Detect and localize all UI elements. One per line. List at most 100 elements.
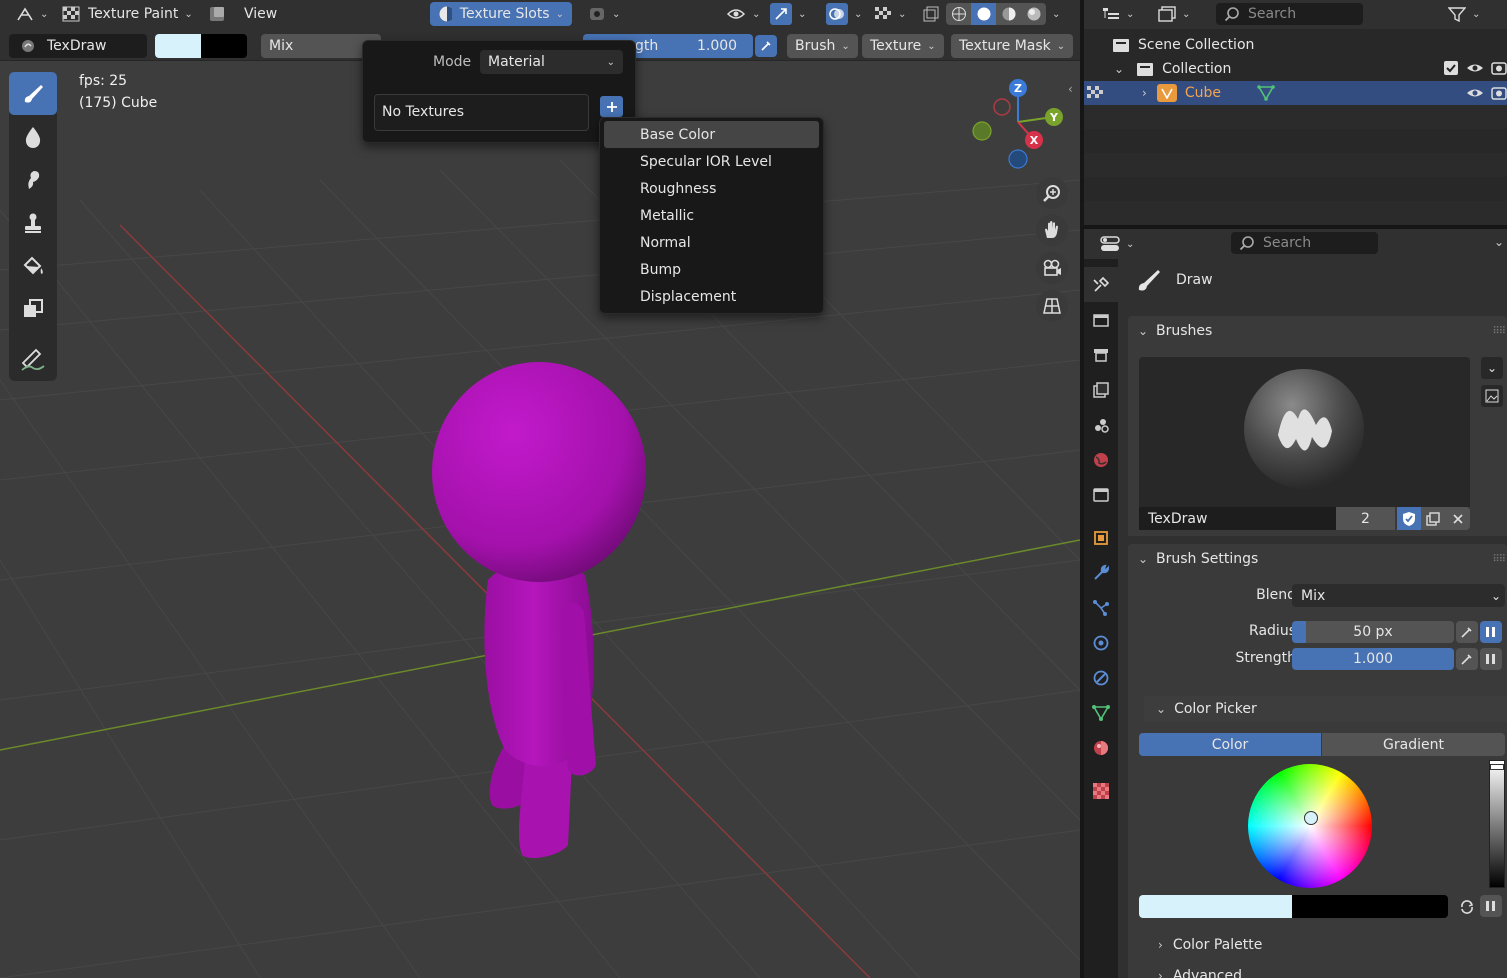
outliner-row-scene[interactable]: Scene Collection xyxy=(1084,33,1507,57)
radius-slider[interactable]: 50 px xyxy=(1292,621,1454,643)
expand-chevron-icon[interactable]: ⌄ xyxy=(1114,62,1124,76)
secondary-color-swatch[interactable] xyxy=(201,34,247,58)
scene-tab-icon[interactable] xyxy=(1084,407,1118,442)
render-camera-icon[interactable] xyxy=(1491,85,1507,101)
soften-tool-icon[interactable] xyxy=(9,115,57,158)
editor-type-button[interactable]: ⌄ xyxy=(8,2,56,26)
strength-pressure-icon[interactable] xyxy=(1456,648,1478,670)
brush-users-count[interactable]: 2 xyxy=(1336,507,1395,530)
visibility-eye-icon[interactable] xyxy=(1466,86,1484,100)
menu-item-normal[interactable]: Normal xyxy=(600,229,823,256)
value-slider[interactable] xyxy=(1489,760,1505,888)
render-camera-icon[interactable] xyxy=(1491,60,1507,76)
fake-user-shield-icon[interactable] xyxy=(1397,507,1421,530)
color-tab[interactable]: Color xyxy=(1139,733,1321,756)
duplicate-icon[interactable] xyxy=(1421,507,1445,530)
visibility-eye-icon[interactable] xyxy=(1466,61,1484,75)
color-wheel-cursor[interactable] xyxy=(1304,811,1318,825)
color-unified-icon[interactable] xyxy=(1480,895,1502,917)
chevron-down-icon[interactable]: ⌄ xyxy=(1494,235,1504,249)
particles-tab-icon[interactable] xyxy=(1084,590,1118,625)
blend-dropdown[interactable]: Mix ⌄ xyxy=(1292,584,1505,607)
sidebar-toggle-icon[interactable]: ‹ xyxy=(1068,82,1073,96)
advanced-subpanel-header[interactable]: › Advanced xyxy=(1144,963,1507,978)
drag-handle-icon[interactable]: ⠿⠿ xyxy=(1492,326,1506,337)
outliner-row-collection[interactable]: ⌄ Collection xyxy=(1084,57,1507,81)
brush-settings-panel-header[interactable]: ⌄ Brush Settings ⠿⠿ xyxy=(1128,544,1507,574)
brushes-panel-header[interactable]: ⌄ Brushes ⠿⠿ xyxy=(1128,316,1507,346)
add-texture-button[interactable] xyxy=(600,96,623,117)
physics-tab-icon[interactable] xyxy=(1084,625,1118,660)
brush-list-dropdown-icon[interactable]: ⌄ xyxy=(1481,357,1503,379)
menu-item-metallic[interactable]: Metallic xyxy=(600,202,823,229)
secondary-color-field[interactable] xyxy=(1292,895,1448,918)
fill-tool-icon[interactable] xyxy=(9,244,57,287)
3d-viewport[interactable]: ⌄ Texture Paint ⌄ View Texture Slots ⌄ ⌄ ⌄… xyxy=(0,0,1080,978)
strength-lock-icon[interactable] xyxy=(1480,648,1502,670)
mode-dropdown[interactable]: Material ⌄ xyxy=(480,50,623,74)
drag-handle-icon[interactable]: ⠿⠿ xyxy=(1492,554,1506,565)
smear-tool-icon[interactable] xyxy=(9,158,57,201)
properties-search-input[interactable]: Search xyxy=(1231,232,1378,254)
menu-item-base-color[interactable]: Base Color xyxy=(604,121,819,148)
radius-pressure-icon[interactable] xyxy=(1480,621,1502,643)
outliner-editor-type[interactable]: ⌄ xyxy=(1094,2,1142,26)
outliner-search-input[interactable]: Search xyxy=(1216,3,1363,25)
menu-item-bump[interactable]: Bump xyxy=(600,256,823,283)
radius-unit-icon[interactable] xyxy=(1456,621,1478,643)
color-picker-subpanel-header[interactable]: ⌄ Color Picker xyxy=(1144,696,1507,722)
texture-menu[interactable]: Texture ⌄ xyxy=(862,34,944,58)
menu-item-roughness[interactable]: Roughness xyxy=(600,175,823,202)
xray-toggle[interactable] xyxy=(914,2,948,26)
navigation-gizmo[interactable]: Z Y X xyxy=(965,75,1070,175)
expand-chevron-icon[interactable]: › xyxy=(1142,86,1147,100)
properties-editor-type[interactable]: ⌄ xyxy=(1092,232,1142,256)
object-toggle[interactable] xyxy=(200,2,234,26)
pressure-strength-icon[interactable] xyxy=(755,35,777,57)
pan-hand-icon[interactable] xyxy=(1036,214,1068,246)
scene-canvas[interactable] xyxy=(0,0,1080,978)
brush-selector[interactable]: TexDraw xyxy=(9,34,147,58)
collection-tab-icon[interactable] xyxy=(1084,477,1118,512)
output-tab-icon[interactable] xyxy=(1084,337,1118,372)
cube-character[interactable] xyxy=(432,362,646,859)
solid-shading-icon[interactable] xyxy=(971,3,996,25)
tool-tab-icon[interactable] xyxy=(1084,267,1118,302)
world-tab-icon[interactable] xyxy=(1084,442,1118,477)
display-mode[interactable]: ⌄ xyxy=(1150,2,1198,26)
zoom-icon[interactable] xyxy=(1036,177,1068,209)
mode-selector[interactable]: Texture Paint ⌄ xyxy=(54,2,201,26)
material-shading-icon[interactable] xyxy=(996,3,1021,25)
brush-menu[interactable]: Brush ⌄ xyxy=(787,34,858,58)
rendered-shading-icon[interactable] xyxy=(1021,3,1046,25)
gizmo-button[interactable]: ⌄ xyxy=(762,2,814,26)
swap-colors-icon[interactable] xyxy=(1456,895,1478,918)
shading-popover[interactable]: ⌄ xyxy=(580,2,628,26)
color-palette-subpanel-header[interactable]: › Color Palette xyxy=(1144,932,1507,958)
view-layer-tab-icon[interactable] xyxy=(1084,372,1118,407)
texture-overlay-button[interactable]: ⌄ xyxy=(866,2,914,26)
data-tab-icon[interactable] xyxy=(1084,695,1118,730)
overlays-button[interactable]: ⌄ xyxy=(818,2,870,26)
brush-preview[interactable] xyxy=(1139,357,1470,507)
gradient-tab[interactable]: Gradient xyxy=(1322,733,1505,756)
wireframe-shading-icon[interactable] xyxy=(946,3,971,25)
include-checkbox-icon[interactable] xyxy=(1444,61,1458,75)
camera-view-icon[interactable] xyxy=(1036,252,1068,284)
constraints-tab-icon[interactable] xyxy=(1084,660,1118,695)
filter-button[interactable]: ⌄ xyxy=(1440,2,1488,26)
render-tab-icon[interactable] xyxy=(1084,302,1118,337)
perspective-grid-icon[interactable] xyxy=(1036,290,1068,322)
mask-tool-icon[interactable] xyxy=(9,287,57,330)
primary-color-swatch[interactable] xyxy=(155,34,201,58)
material-tab-icon[interactable] xyxy=(1084,730,1118,765)
draw-tool-icon[interactable] xyxy=(9,72,57,115)
visibility-button[interactable]: ⌄ xyxy=(718,2,768,26)
color-wheel[interactable] xyxy=(1248,764,1372,888)
area-divider[interactable] xyxy=(1080,0,1084,978)
shading-options[interactable]: ⌄ xyxy=(1044,2,1068,26)
value-slider-handle[interactable] xyxy=(1490,764,1504,770)
outliner-row-cube[interactable]: › Cube xyxy=(1084,81,1507,105)
texture-mask-menu[interactable]: Texture Mask ⌄ xyxy=(951,34,1074,58)
texture-slots-button[interactable]: Texture Slots ⌄ xyxy=(430,2,572,26)
